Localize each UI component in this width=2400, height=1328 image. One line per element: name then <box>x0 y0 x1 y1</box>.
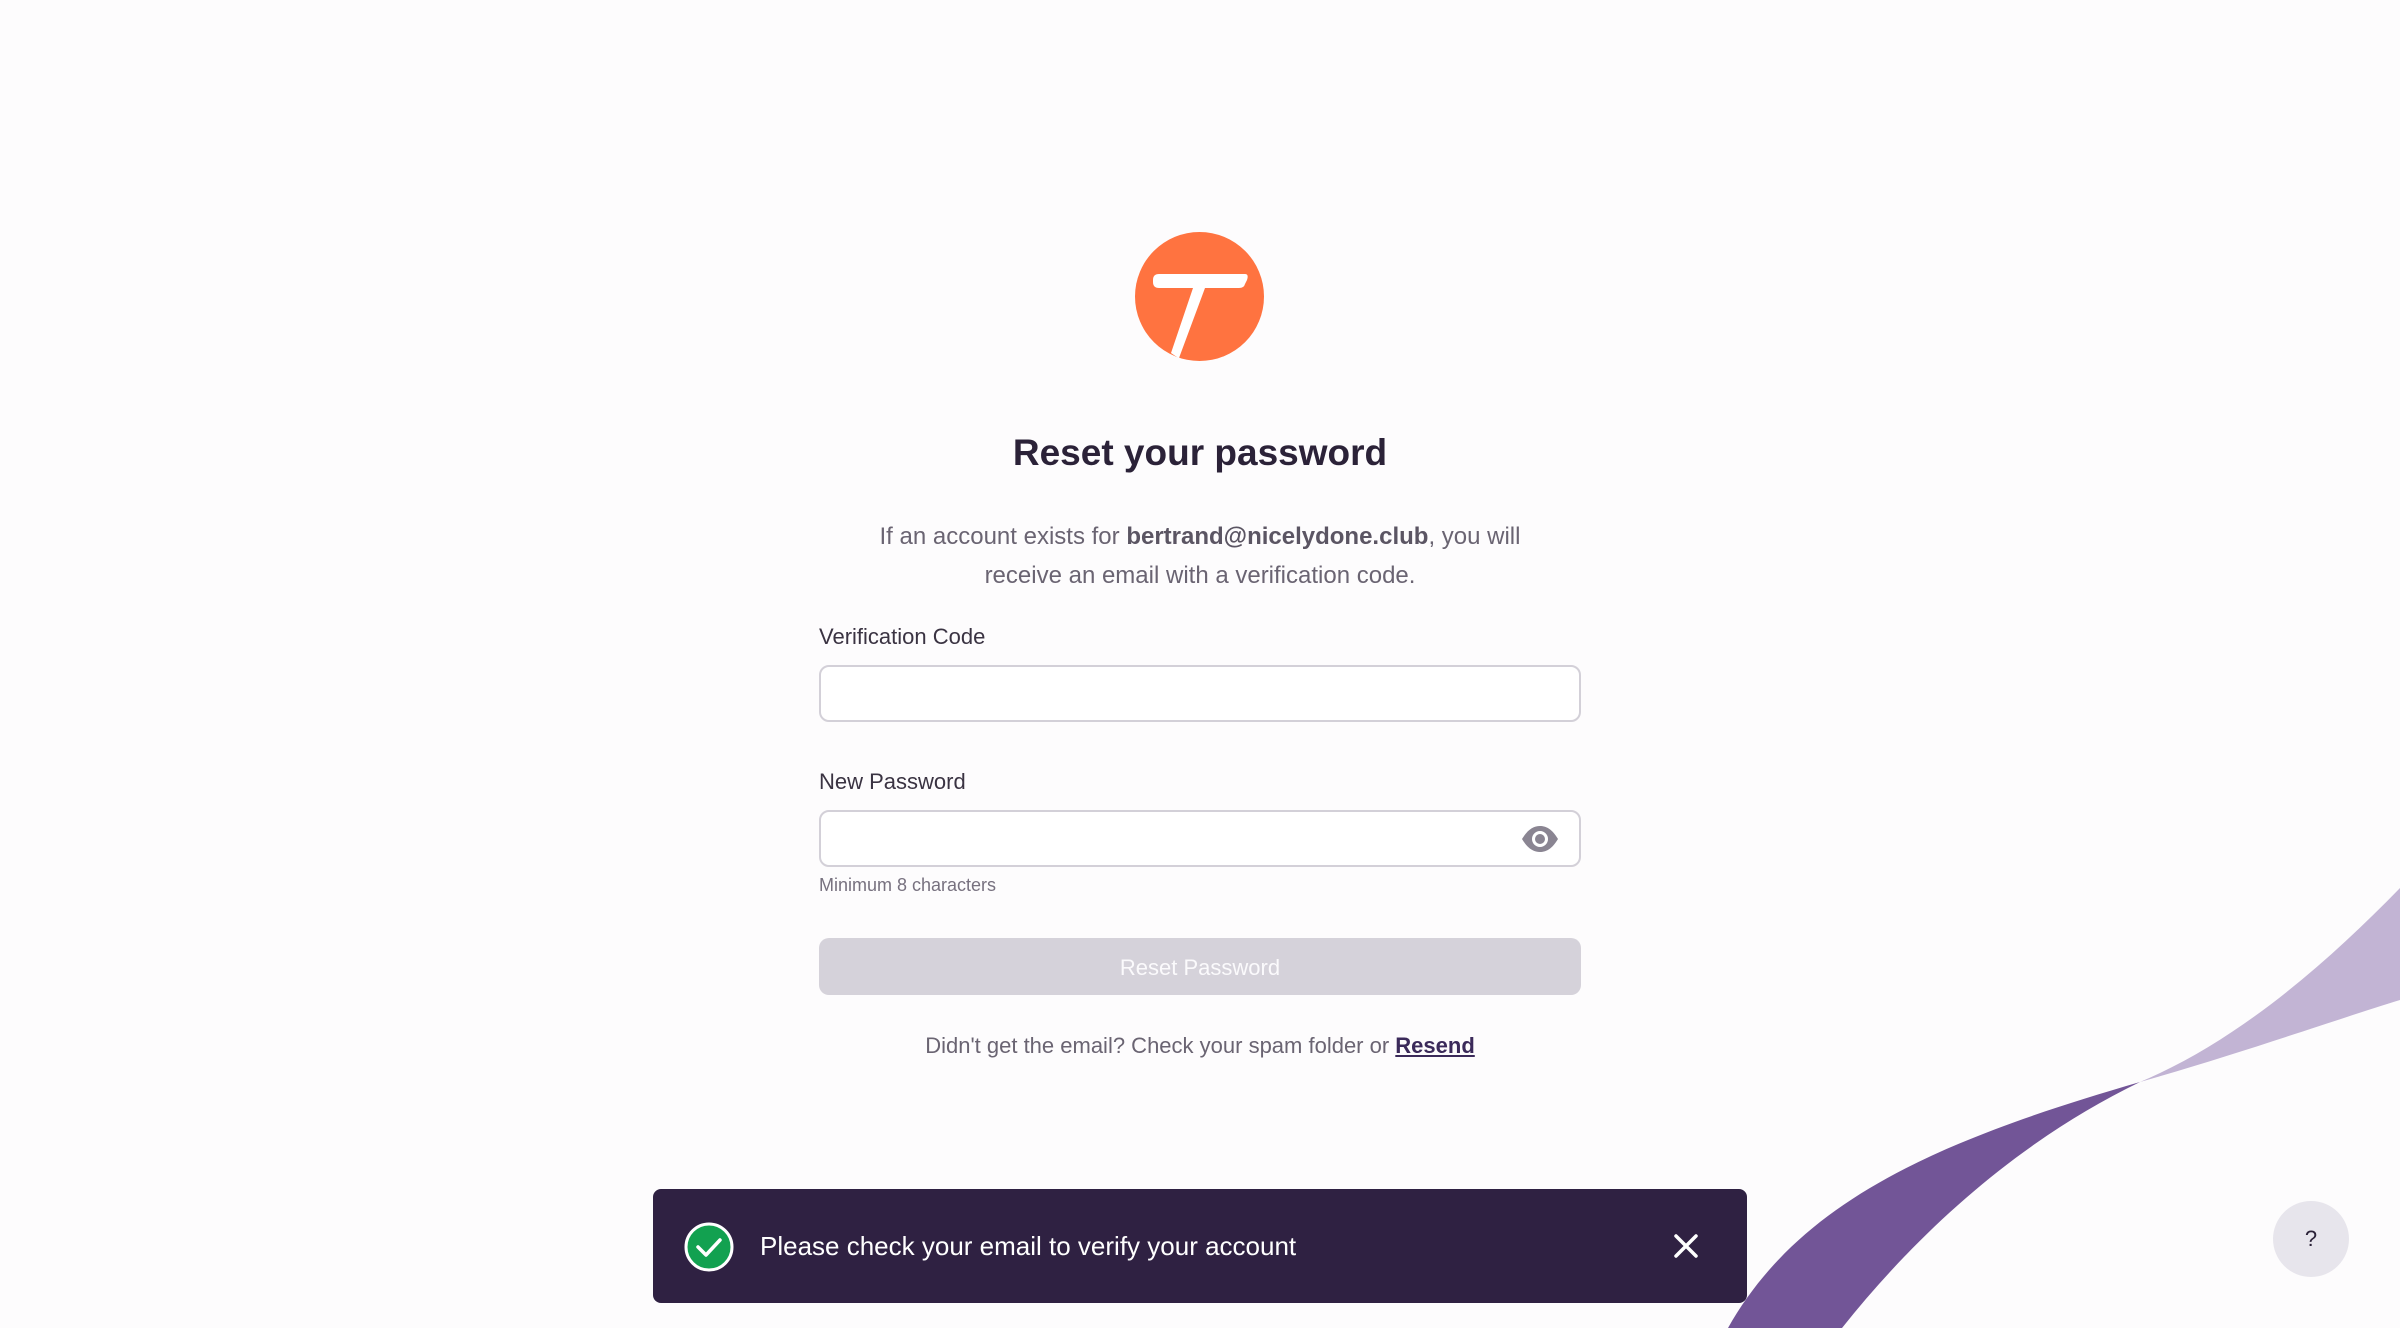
eye-icon[interactable] <box>1520 824 1560 854</box>
new-password-input[interactable] <box>819 810 1581 867</box>
check-circle-icon <box>684 1222 734 1272</box>
new-password-label: New Password <box>819 769 966 794</box>
verification-code-input[interactable] <box>819 665 1581 722</box>
toast-notification: Please check your email to verify your a… <box>653 1189 1747 1303</box>
info-prefix: If an account exists for <box>879 523 1127 550</box>
help-button[interactable]: ? <box>2273 1201 2349 1277</box>
brand-t-logo-icon <box>1135 232 1264 361</box>
resend-prompt: Didn't get the email? Check your spam fo… <box>925 1033 1396 1058</box>
account-email: bertrand@nicelydone.club <box>1126 523 1429 550</box>
close-icon[interactable] <box>1668 1228 1704 1264</box>
password-hint: Minimum 8 characters <box>819 875 997 895</box>
reset-password-page: Reset your password If an account exists… <box>0 0 2400 1328</box>
verification-code-label: Verification Code <box>819 624 986 649</box>
page-title: Reset your password <box>1012 432 1388 473</box>
resend-link[interactable]: Resend <box>1395 1033 1474 1058</box>
decorative-ribbon <box>1728 888 2400 1328</box>
resend-row: Didn't get the email? Check your spam fo… <box>0 1033 2400 1059</box>
reset-info-text: If an account exists for bertrand@nicely… <box>840 517 1560 595</box>
toast-message: Please check your email to verify your a… <box>760 1231 1297 1261</box>
reset-password-button[interactable]: Reset Password <box>819 938 1581 995</box>
